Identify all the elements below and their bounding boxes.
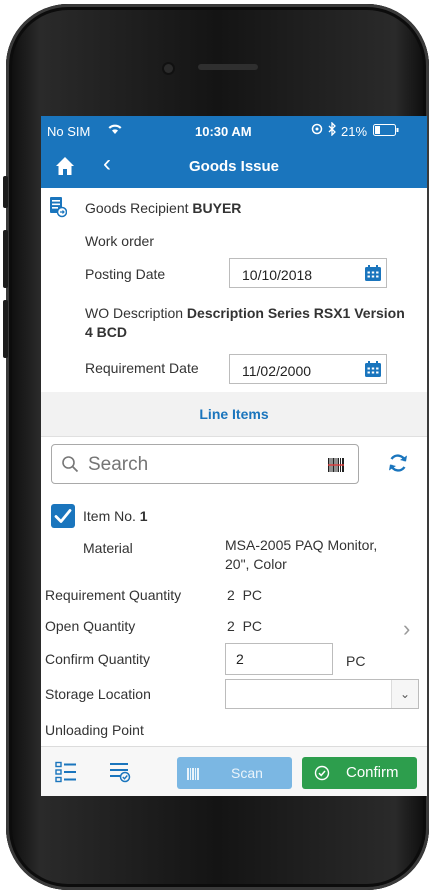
confirm-quantity-input[interactable]	[225, 643, 333, 675]
material-label: Material	[83, 540, 133, 556]
requirement-date-value: 11/02/2000	[242, 363, 312, 379]
camera-icon	[164, 64, 173, 73]
calendar-icon[interactable]	[364, 264, 382, 282]
search-icon	[61, 455, 79, 473]
requirement-date-field[interactable]: 11/02/2000	[229, 354, 387, 384]
storage-location-label: Storage Location	[45, 686, 151, 702]
wifi-icon	[107, 122, 123, 138]
item-no-row: Item No. 1	[83, 508, 148, 524]
item-no-label: Item No.	[83, 508, 136, 524]
checkmark-icon	[54, 509, 72, 523]
posting-date-value: 10/10/2018	[242, 267, 313, 283]
unloading-point-label: Unloading Point	[45, 722, 144, 738]
work-order-label: Work order	[85, 233, 154, 249]
line-items-header[interactable]: Line Items	[41, 392, 427, 437]
wo-description-value-line2: 4 BCD	[85, 324, 128, 340]
lock-rotation-icon	[311, 123, 323, 138]
battery-icon	[373, 124, 399, 139]
volume-up-button	[3, 230, 8, 288]
refresh-icon[interactable]	[387, 452, 409, 474]
mute-switch	[3, 176, 8, 208]
speaker-grille	[198, 64, 258, 70]
page-title: Goods Issue	[188, 158, 280, 175]
storage-location-select[interactable]: ⌄	[225, 679, 419, 709]
status-bar: No SIM 10:30 AM 21%	[41, 116, 427, 146]
goods-recipient-row: Goods Recipient BUYER	[85, 200, 241, 216]
requirement-quantity-label: Requirement Quantity	[45, 587, 182, 603]
open-quantity-number: 2	[227, 618, 235, 634]
requirement-quantity-number: 2	[227, 587, 235, 603]
nav-bar: ‹ Goods Issue	[41, 146, 427, 188]
confirm-quantity-unit: PC	[346, 653, 366, 669]
list-icon[interactable]	[55, 761, 77, 783]
wo-description-label: WO Description	[85, 305, 184, 321]
bluetooth-icon	[328, 121, 337, 139]
material-value-line1: MSA-2005 PAQ Monitor,	[225, 537, 378, 553]
clock: 10:30 AM	[195, 124, 252, 139]
document-icon	[49, 196, 68, 218]
open-quantity-value: 2 PC	[227, 618, 262, 634]
posting-date-label: Posting Date	[85, 266, 166, 282]
barcode-icon[interactable]	[328, 456, 344, 474]
carrier-label: No SIM	[47, 124, 91, 139]
confirm-button[interactable]: Confirm	[302, 757, 417, 789]
scan-button-label: Scan	[231, 765, 263, 781]
check-circle-icon	[314, 765, 330, 785]
goods-recipient-value: BUYER	[192, 200, 242, 216]
item-no-value: 1	[139, 508, 148, 524]
material-value: MSA-2005 PAQ Monitor, 20", Color	[225, 536, 377, 574]
confirm-button-label: Confirm	[346, 764, 399, 781]
requirement-quantity-unit: PC	[242, 587, 263, 603]
barcode-icon	[187, 767, 199, 783]
posting-date-field[interactable]: 10/10/2018	[229, 258, 387, 288]
wo-description-value-line1: Description Series RSX1 Version	[186, 305, 405, 321]
volume-down-button	[3, 300, 8, 358]
footer-toolbar: Scan Confirm	[41, 746, 427, 796]
line-items-title: Line Items	[199, 406, 269, 422]
open-quantity-unit: PC	[242, 618, 263, 634]
battery-percent: 21%	[341, 124, 368, 139]
requirement-date-label: Requirement Date	[85, 360, 199, 376]
item-checkbox[interactable]	[51, 504, 75, 528]
search-input[interactable]	[86, 452, 320, 478]
chevron-right-icon[interactable]: ›	[403, 616, 410, 642]
search-box[interactable]	[51, 444, 359, 484]
header-card: Goods Recipient BUYER Work order Posting…	[43, 188, 423, 393]
open-quantity-label: Open Quantity	[45, 618, 136, 634]
requirement-quantity-value: 2 PC	[227, 587, 262, 603]
material-value-line2: 20", Color	[225, 556, 287, 572]
scan-button[interactable]: Scan	[177, 757, 292, 789]
chevron-down-icon[interactable]: ⌄	[391, 680, 418, 708]
checklist-icon[interactable]	[109, 761, 131, 783]
calendar-icon[interactable]	[364, 360, 382, 378]
wo-description-row: WO Description Description Series RSX1 V…	[85, 304, 423, 342]
confirm-quantity-label: Confirm Quantity	[45, 651, 151, 667]
app-screen: No SIM 10:30 AM 21% ‹ Goods Issue Goods …	[41, 116, 427, 796]
phone-frame: No SIM 10:30 AM 21% ‹ Goods Issue Goods …	[3, 4, 429, 890]
goods-recipient-label: Goods Recipient	[85, 200, 189, 216]
